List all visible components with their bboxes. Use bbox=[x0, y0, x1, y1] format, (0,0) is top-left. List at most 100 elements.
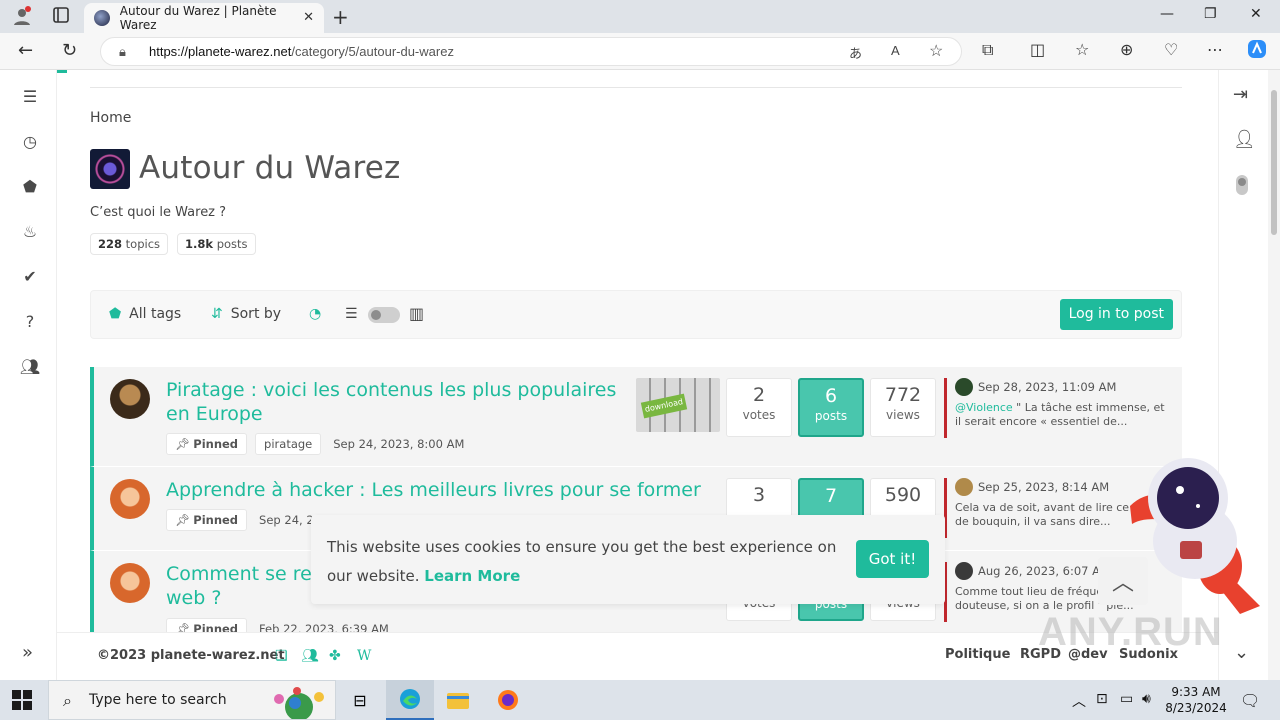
progress-accent bbox=[57, 70, 67, 73]
help-question-icon[interactable]: ? bbox=[20, 311, 40, 331]
profile-icon[interactable] bbox=[12, 6, 32, 26]
got-it-button[interactable]: Got it! bbox=[856, 540, 929, 578]
search-placeholder: Type here to search bbox=[89, 692, 227, 708]
login-to-post-button[interactable]: Log in to post bbox=[1059, 299, 1173, 330]
taskbar-search-input[interactable]: ⌕ Type here to search bbox=[48, 680, 336, 721]
close-tab-icon[interactable]: ✕ bbox=[303, 10, 314, 25]
list-icon: ☰ bbox=[345, 306, 358, 322]
tags-icon[interactable]: ⬟ bbox=[20, 176, 40, 196]
network-icon[interactable]: ▭ bbox=[1120, 691, 1133, 707]
topic-date[interactable]: Sep 24, 2023, 8:00 AM bbox=[333, 437, 464, 451]
collections-icon[interactable]: ⊕ bbox=[1120, 40, 1133, 59]
last-post-avatar[interactable] bbox=[955, 378, 973, 396]
clock-time: 9:33 AM bbox=[1171, 685, 1221, 699]
last-post-date[interactable]: Aug 26, 2023, 6:07 AM bbox=[978, 564, 1110, 578]
topic-title[interactable]: Apprendre à hacker : Les meilleurs livre… bbox=[166, 478, 726, 502]
category-logo bbox=[90, 149, 130, 189]
notifications-icon[interactable]: 🗨︎ bbox=[1240, 691, 1260, 710]
avatar[interactable] bbox=[110, 479, 150, 519]
forum-icon[interactable]: ❏ bbox=[275, 648, 288, 664]
grid-view-button[interactable]: ▥ bbox=[409, 304, 424, 323]
avatar[interactable] bbox=[110, 379, 150, 419]
url-host: https://planete-warez.net bbox=[149, 44, 292, 59]
register-user-plus-icon[interactable]: 👤︎ bbox=[1233, 129, 1256, 150]
rss-feed-button[interactable]: ◔ bbox=[309, 306, 321, 322]
sort-icon: ⇵ bbox=[211, 306, 223, 322]
read-aloud-icon[interactable]: A bbox=[891, 43, 900, 58]
pin-icon: 📌︎ bbox=[175, 513, 190, 527]
topic-thumbnail[interactable]: download bbox=[636, 378, 720, 432]
posts-label: posts bbox=[216, 237, 248, 251]
sort-by-dropdown[interactable]: ⇵ Sort by bbox=[211, 306, 281, 322]
edge-browser-icon[interactable] bbox=[386, 680, 434, 720]
groups-icon[interactable]: 👥︎ bbox=[20, 356, 40, 376]
split-screen-icon[interactable]: ◫ bbox=[1030, 40, 1045, 59]
scrollbar-thumb[interactable] bbox=[1271, 90, 1277, 235]
footer-link-politique[interactable]: Politique bbox=[945, 647, 1010, 662]
start-windows-icon[interactable] bbox=[12, 690, 32, 710]
close-window-icon[interactable]: ✕ bbox=[1250, 6, 1262, 22]
favorite-star-icon[interactable]: ☆ bbox=[929, 41, 943, 61]
favorites-icon[interactable]: ☆ bbox=[1075, 40, 1089, 59]
view-toggle-switch[interactable] bbox=[368, 307, 400, 323]
page-title: Autour du Warez bbox=[139, 150, 401, 186]
volume-icon[interactable]: 🔊︎ bbox=[1142, 691, 1151, 707]
new-tab-icon[interactable]: + bbox=[332, 5, 349, 29]
learn-more-link[interactable]: Learn More bbox=[424, 567, 520, 585]
all-tags-dropdown[interactable]: ⬟ All tags bbox=[109, 306, 181, 322]
tab-title: Autour du Warez | Planète Warez bbox=[119, 4, 277, 32]
tray-meet-icon[interactable]: ⊡ bbox=[1096, 691, 1108, 707]
topic-meta: 📌︎ Pinned Feb 22, 2023, 6:39 AM bbox=[166, 618, 389, 632]
votes-box: 2 votes bbox=[726, 378, 792, 437]
lock-icon[interactable]: 🔒︎ bbox=[119, 44, 126, 60]
expand-sidebar-icon[interactable]: » bbox=[22, 642, 33, 663]
groups-footer-icon[interactable]: ✤ bbox=[329, 648, 341, 664]
last-post-avatar[interactable] bbox=[955, 478, 973, 496]
browser-tab-active[interactable]: Autour du Warez | Planète Warez ✕ bbox=[84, 3, 324, 33]
firefox-icon[interactable] bbox=[484, 680, 532, 720]
refresh-icon[interactable]: ↻ bbox=[62, 40, 77, 61]
taskbar-clock[interactable]: 9:33 AM 8/23/2024 bbox=[1164, 684, 1228, 716]
file-explorer-icon[interactable] bbox=[434, 680, 482, 720]
category-description: C’est quoi le Warez ? bbox=[90, 205, 227, 220]
recent-clock-icon[interactable]: ◷ bbox=[20, 131, 40, 151]
theme-toggle-icon[interactable] bbox=[1235, 174, 1249, 201]
categories-icon[interactable]: ☰ bbox=[20, 86, 40, 106]
list-view-button[interactable]: ☰ bbox=[345, 306, 358, 322]
pin-icon: 📌︎ bbox=[175, 622, 190, 632]
task-view-icon[interactable]: ⊟ bbox=[336, 680, 384, 720]
extensions-icon[interactable]: ⧉ bbox=[982, 40, 993, 60]
collapse-right-icon[interactable]: ⌄ bbox=[1234, 642, 1249, 663]
search-icon: ⌕ bbox=[63, 691, 72, 710]
solved-check-icon[interactable]: ✔ bbox=[20, 266, 40, 286]
topic-title[interactable]: Piratage : voici les contenus les plus p… bbox=[166, 378, 636, 426]
avatar[interactable] bbox=[110, 563, 150, 603]
mention-link[interactable]: @Violence bbox=[955, 401, 1013, 414]
login-icon[interactable]: ⇥ bbox=[1233, 84, 1248, 105]
last-post-avatar[interactable] bbox=[955, 562, 973, 580]
posts-label: posts bbox=[814, 409, 848, 423]
last-post-date[interactable]: Sep 28, 2023, 11:09 AM bbox=[978, 380, 1116, 394]
wikipedia-icon[interactable]: W bbox=[357, 648, 371, 664]
topic-toolbar: ⬟ All tags ⇵ Sort by ◔ ☰ ▥ Log in to post bbox=[90, 290, 1182, 339]
restore-icon[interactable]: ❐ bbox=[1204, 6, 1217, 22]
tag-badge[interactable]: piratage bbox=[255, 433, 322, 455]
users-icon[interactable]: 👥︎ bbox=[301, 648, 319, 664]
posts-count: 7 bbox=[824, 485, 838, 507]
translate-icon[interactable]: あ bbox=[849, 43, 862, 62]
minimize-icon[interactable]: — bbox=[1160, 6, 1174, 22]
more-menu-icon[interactable]: ⋯ bbox=[1207, 40, 1223, 59]
popular-fire-icon[interactable]: ♨ bbox=[20, 221, 40, 241]
votes-label: votes bbox=[742, 408, 776, 422]
last-post[interactable]: Sep 28, 2023, 11:09 AM @Violence " La tâ… bbox=[944, 378, 1174, 438]
copilot-icon[interactable] bbox=[1246, 38, 1268, 64]
topic-date[interactable]: Feb 22, 2023, 6:39 AM bbox=[259, 622, 389, 632]
last-post-date[interactable]: Sep 25, 2023, 8:14 AM bbox=[978, 480, 1109, 494]
address-bar[interactable]: 🔒︎ https://planete-warez.net/category/5/… bbox=[100, 37, 962, 66]
browser-essentials-icon[interactable]: ♡ bbox=[1164, 40, 1178, 59]
back-icon[interactable]: ← bbox=[18, 40, 33, 61]
breadcrumb-home[interactable]: Home bbox=[90, 110, 131, 126]
topic-row[interactable]: Piratage : voici les contenus les plus p… bbox=[90, 367, 1182, 467]
tray-expand-icon[interactable]: ︿ bbox=[1072, 691, 1086, 711]
tab-actions-icon[interactable] bbox=[52, 6, 72, 26]
